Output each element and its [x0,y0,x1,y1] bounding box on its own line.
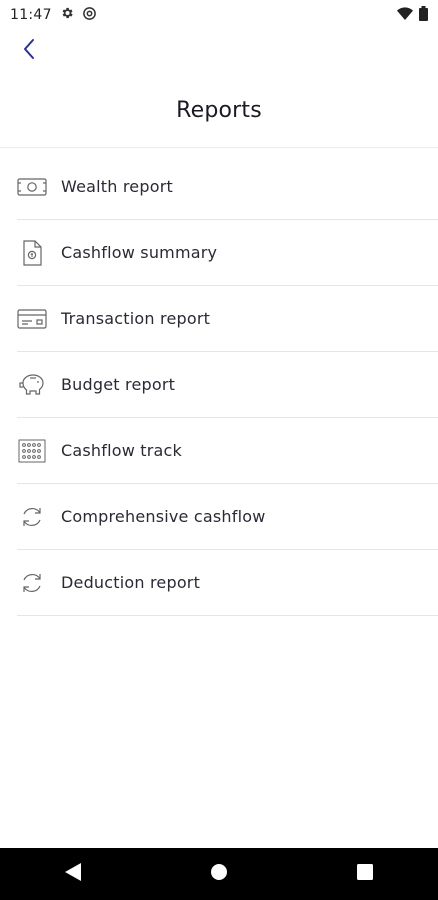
refresh-icon [17,502,47,532]
list-item-label: Budget report [61,375,176,394]
nav-home-button[interactable] [189,854,249,894]
refresh-icon [17,568,47,598]
settings-gear-icon [60,6,74,24]
list-item-transaction-report[interactable]: Transaction report [17,286,438,352]
list-item-deduction-report[interactable]: Deduction report [17,550,438,616]
square-recents-icon [357,864,373,884]
header-divider [0,147,438,148]
status-right [397,5,428,25]
nav-recents-button[interactable] [335,854,395,894]
list-item-wealth-report[interactable]: Wealth report [17,154,438,220]
wifi-icon [397,6,413,25]
list-item-label: Transaction report [61,309,211,328]
system-nav-bar [0,848,438,900]
list-item-label: Wealth report [61,177,173,196]
list-item-label: Deduction report [61,573,201,592]
list-item-label: Comprehensive cashflow [61,507,266,526]
document-icon [17,238,47,268]
list-item-cashflow-summary[interactable]: Cashflow summary [17,220,438,286]
banknote-icon [17,172,47,202]
list-item-cashflow-track[interactable]: Cashflow track [17,418,438,484]
list-item-budget-report[interactable]: Budget report [17,352,438,418]
page-title: Reports [176,98,262,123]
nav-back-button[interactable] [43,854,103,894]
status-left: 11:47 [10,6,97,25]
back-button[interactable] [12,36,46,66]
piggy-bank-icon [17,370,47,400]
status-time: 11:47 [10,7,52,23]
list-item-comprehensive-cashflow[interactable]: Comprehensive cashflow [17,484,438,550]
list-item-label: Cashflow track [61,441,183,460]
battery-icon [419,5,428,25]
status-bar: 11:47 [0,0,438,30]
circle-home-icon [210,863,228,885]
report-list: Wealth report Cashflow summary Transacti… [17,154,438,616]
dot-grid-icon [17,436,47,466]
triangle-back-icon [64,862,82,886]
card-icon [17,304,47,334]
list-item-label: Cashflow summary [61,243,218,262]
at-sign-icon [82,6,97,25]
chevron-left-icon [22,38,36,64]
